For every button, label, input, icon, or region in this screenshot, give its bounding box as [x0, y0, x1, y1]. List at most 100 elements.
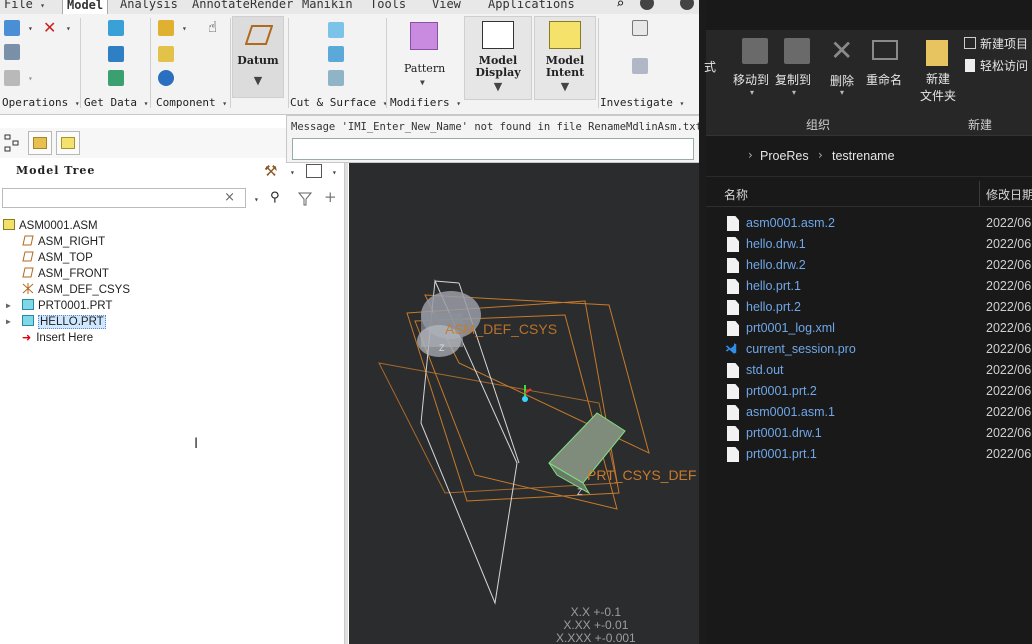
- sweep-icon[interactable]: [328, 70, 344, 86]
- breadcrumb-proeres[interactable]: ProeRes: [760, 149, 809, 163]
- extrude-icon[interactable]: [328, 22, 344, 38]
- tree-node-insert-here[interactable]: ➜ Insert Here: [22, 331, 93, 347]
- drag-components-icon[interactable]: ☝: [208, 18, 217, 36]
- move-to-button[interactable]: 移动到: [733, 71, 769, 88]
- assemble-icon[interactable]: [158, 20, 174, 36]
- delete-button[interactable]: 删除: [830, 72, 854, 89]
- list-item[interactable]: hello.drw.1 2022/06: [706, 234, 1032, 255]
- group-investigate[interactable]: Investigate ▾: [600, 96, 684, 109]
- copy-to-button[interactable]: 复制到: [775, 71, 811, 88]
- address-bar[interactable]: › ProeRes › testrename: [706, 137, 1032, 177]
- filter-icon[interactable]: [298, 192, 312, 206]
- tree-node-prt0001[interactable]: PRT0001.PRT: [22, 299, 112, 315]
- group-operations[interactable]: Operations ▾: [2, 96, 80, 109]
- rename-button[interactable]: 重命名: [866, 71, 902, 88]
- list-item[interactable]: std.out 2022/06: [706, 360, 1032, 381]
- group-get-data[interactable]: Get Data ▾: [84, 96, 148, 109]
- folder-browser-tab[interactable]: [28, 131, 52, 155]
- paste-dropdown-icon[interactable]: ▾: [28, 74, 33, 83]
- regenerate-icon[interactable]: [4, 20, 20, 36]
- breadcrumb-testrename[interactable]: testrename: [832, 149, 895, 163]
- file-icon: [727, 447, 739, 462]
- group-modifiers[interactable]: Modifiers ▾: [390, 96, 461, 109]
- easy-access-button[interactable]: 轻松访问: [980, 57, 1028, 74]
- paste-icon[interactable]: [4, 70, 20, 86]
- tree-search-input[interactable]: ×: [2, 188, 246, 208]
- model-display-button[interactable]: Model Display ▼: [464, 16, 532, 100]
- shrinkwrap-icon[interactable]: [108, 70, 124, 86]
- list-item[interactable]: prt0001.prt.2 2022/06: [706, 381, 1032, 402]
- search-icon[interactable]: ⌕: [616, 0, 624, 12]
- tree-node-asm-front[interactable]: ASM_FRONT: [22, 267, 109, 283]
- reference-viewer-icon[interactable]: [632, 20, 648, 36]
- copy-geometry-icon[interactable]: [108, 46, 124, 62]
- menu-annotate[interactable]: Annotate: [192, 0, 250, 11]
- new-item-button[interactable]: 新建项目: [980, 35, 1028, 52]
- search-dropdown-icon[interactable]: ▾: [254, 195, 259, 204]
- menu-render[interactable]: Render: [250, 0, 293, 11]
- group-component[interactable]: Component ▾: [156, 96, 227, 109]
- settings-icon[interactable]: [640, 0, 654, 10]
- tree-node-hello[interactable]: HELLO.PRT: [22, 315, 106, 331]
- menu-applications[interactable]: Applications: [488, 0, 575, 11]
- search-tool-icon[interactable]: [632, 58, 648, 74]
- favorites-tab[interactable]: [56, 131, 80, 155]
- graphics-window[interactable]: ASM_DEF_CSYS PRT_CSYS_DEF Z Z: [349, 163, 699, 644]
- model-tree-tab-icon[interactable]: [4, 134, 20, 152]
- new-name-input[interactable]: [292, 138, 694, 160]
- pattern-button[interactable]: Pattern: [404, 62, 445, 75]
- add-filter-icon[interactable]: +: [324, 188, 337, 206]
- tree-node-asm-def-csys[interactable]: ASM_DEF_CSYS: [22, 283, 130, 299]
- regenerate-dropdown-icon[interactable]: ▾: [28, 24, 33, 33]
- part-icon: [22, 299, 34, 310]
- list-item[interactable]: asm0001.asm.2 2022/06: [706, 213, 1032, 234]
- expand-prt0001-icon[interactable]: ▶: [6, 301, 11, 310]
- create-component-icon[interactable]: [158, 46, 174, 62]
- tree-node-asm-right[interactable]: ASM_RIGHT: [22, 235, 105, 251]
- group-cut-surface[interactable]: Cut & Surface ▾: [290, 96, 388, 109]
- list-item[interactable]: prt0001_log.xml 2022/06: [706, 318, 1032, 339]
- list-item[interactable]: prt0001.drw.1 2022/06: [706, 423, 1032, 444]
- menu-tools[interactable]: Tools: [370, 0, 406, 11]
- tree-columns-icon[interactable]: [306, 164, 322, 178]
- list-item[interactable]: current_session.pro 2022/06: [706, 339, 1032, 360]
- user-defined-feature-icon[interactable]: [108, 20, 124, 36]
- tree-node-asm[interactable]: ASM0001.ASM: [3, 219, 98, 235]
- model-display-icon: [482, 21, 514, 49]
- list-item[interactable]: hello.prt.1 2022/06: [706, 276, 1032, 297]
- tree-settings-icon[interactable]: ⚒: [264, 162, 277, 180]
- help-icon[interactable]: [680, 0, 694, 10]
- menu-view[interactable]: View: [432, 0, 461, 11]
- new-folder-button[interactable]: 新建 文件夹: [920, 71, 956, 105]
- find-icon[interactable]: ⚲: [270, 190, 280, 205]
- expand-hello-icon[interactable]: ▶: [6, 317, 11, 326]
- menu-file[interactable]: File ▾: [4, 0, 45, 11]
- assemble-dropdown-icon[interactable]: ▾: [182, 24, 187, 33]
- menu-manikin[interactable]: Manikin: [302, 0, 353, 11]
- list-item[interactable]: hello.drw.2 2022/06: [706, 255, 1032, 276]
- panel-splitter[interactable]: [344, 128, 348, 644]
- clear-search-icon[interactable]: ×: [224, 190, 235, 205]
- message-area: Message 'IMI_Enter_New_Name' not found i…: [286, 115, 756, 163]
- list-item[interactable]: hello.prt.2 2022/06: [706, 297, 1032, 318]
- datum-button[interactable]: Datum ▼: [232, 16, 284, 98]
- repeat-icon[interactable]: [158, 70, 174, 86]
- delete-icon[interactable]: ✕: [43, 18, 56, 37]
- copy-icon[interactable]: [4, 44, 20, 60]
- delete-dropdown-icon[interactable]: ▾: [66, 24, 71, 33]
- list-item[interactable]: asm0001.asm.1 2022/06: [706, 402, 1032, 423]
- tree-node-asm-top[interactable]: ASM_TOP: [22, 251, 93, 267]
- menu-model[interactable]: Model: [62, 0, 109, 14]
- pattern-icon[interactable]: [410, 22, 438, 50]
- easy-access-icon: [965, 59, 975, 72]
- asm-csys-label: ASM_DEF_CSYS: [445, 321, 558, 337]
- revolve-icon[interactable]: [328, 46, 344, 62]
- prt-csys-label: PRT_CSYS_DEF: [587, 467, 697, 483]
- model-intent-button[interactable]: Model Intent ▼: [534, 16, 596, 100]
- delete-icon: ✕: [830, 34, 854, 67]
- column-date[interactable]: 修改日期: [986, 186, 1032, 203]
- list-item[interactable]: prt0001.prt.1 2022/06: [706, 444, 1032, 465]
- column-name[interactable]: 名称: [724, 186, 748, 203]
- menu-analysis[interactable]: Analysis: [120, 0, 178, 11]
- z-axis-label: Z: [577, 487, 583, 497]
